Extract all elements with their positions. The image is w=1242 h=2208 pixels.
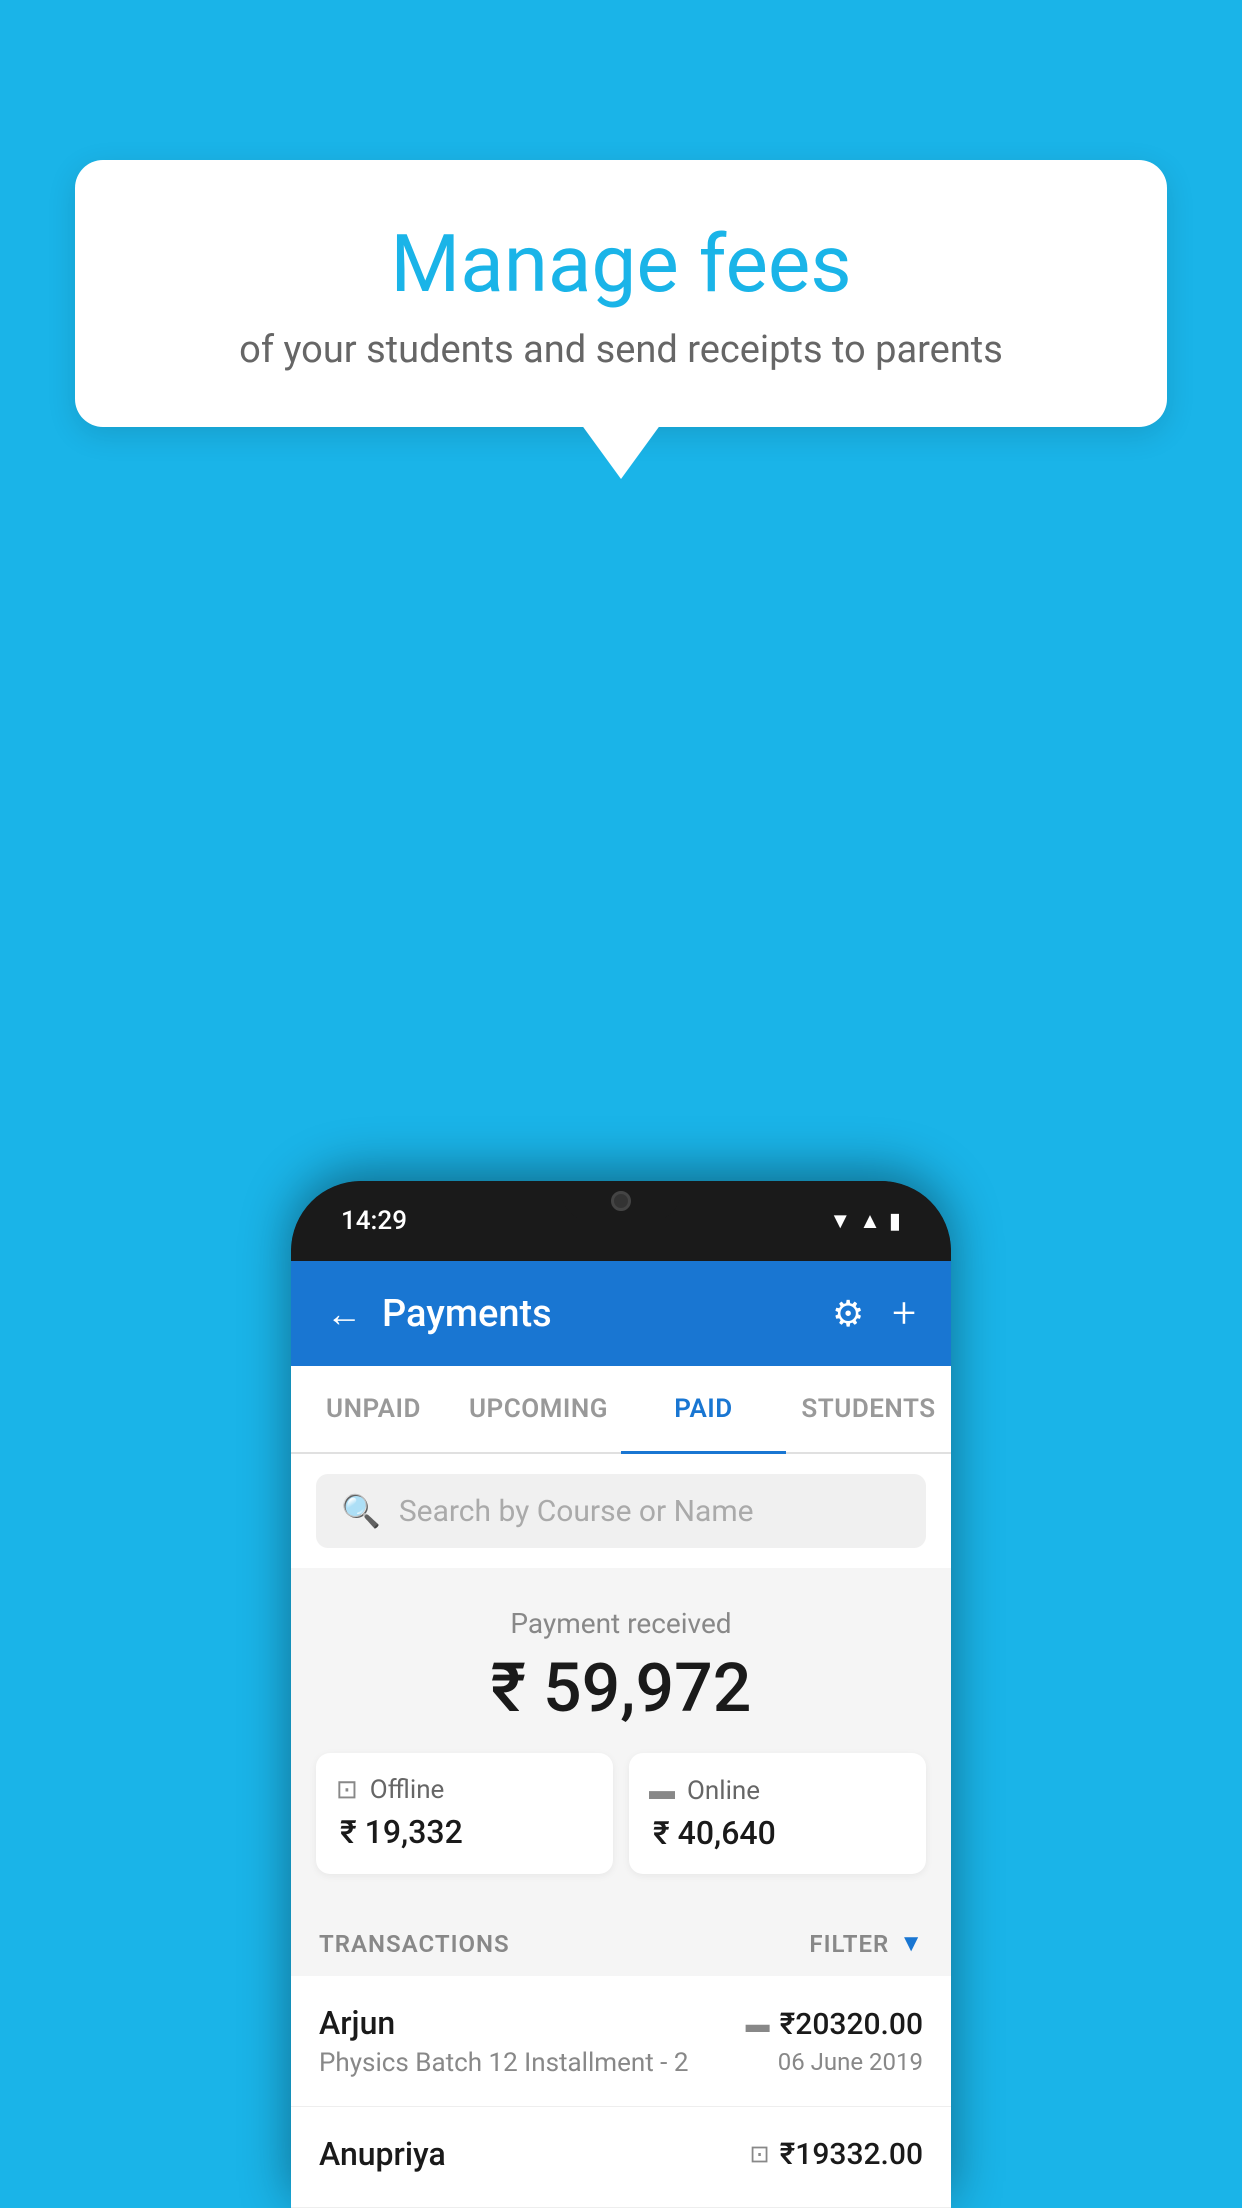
transaction-right: ⊡ ₹19332.00	[750, 2137, 923, 2178]
tooltip-card: Manage fees of your students and send re…	[75, 160, 1167, 427]
transaction-date: 06 June 2019	[746, 2048, 923, 2076]
offline-icon: ⊡	[336, 1775, 358, 1805]
transaction-right: ▬ ₹20320.00 06 June 2019	[746, 2007, 923, 2076]
tab-students[interactable]: STUDENTS	[786, 1366, 951, 1452]
filter-container[interactable]: FILTER ▼	[809, 1929, 923, 1958]
transactions-label: TRANSACTIONS	[319, 1930, 510, 1958]
tab-paid[interactable]: PAID	[621, 1366, 786, 1452]
payment-total-amount: ₹ 59,972	[316, 1648, 926, 1728]
back-button[interactable]: ←	[326, 1293, 362, 1335]
tooltip-title: Manage fees	[145, 220, 1097, 308]
wifi-icon: ▼	[829, 1208, 851, 1234]
online-label: Online	[687, 1776, 760, 1806]
app-screen: ← Payments ⚙ + UNPAID UPCOMING PAID STUD…	[291, 1261, 951, 2208]
tabs-container: UNPAID UPCOMING PAID STUDENTS	[291, 1366, 951, 1454]
tab-unpaid[interactable]: UNPAID	[291, 1366, 456, 1452]
online-amount: ₹ 40,640	[649, 1814, 906, 1852]
transaction-amount-row: ▬ ₹20320.00	[746, 2007, 923, 2042]
transaction-amount-row: ⊡ ₹19332.00	[750, 2137, 923, 2172]
online-payment-card: ▬ Online ₹ 40,640	[629, 1753, 926, 1874]
search-icon: 🔍	[341, 1492, 381, 1530]
offline-label: Offline	[370, 1775, 445, 1805]
transaction-name: Arjun	[319, 2004, 746, 2042]
search-container: 🔍 Search by Course or Name	[291, 1454, 951, 1568]
signal-icon: ▲	[859, 1208, 881, 1234]
online-card-header: ▬ Online	[649, 1775, 906, 1806]
phone-status-icons: ▼ ▲ ▮	[829, 1208, 901, 1234]
page-title: Payments	[382, 1292, 552, 1336]
payment-summary: Payment received ₹ 59,972 ⊡ Offline ₹ 19…	[291, 1572, 951, 1904]
filter-label: FILTER	[809, 1930, 889, 1958]
transaction-left: Anupriya	[319, 2135, 750, 2179]
transaction-amount: ₹19332.00	[780, 2137, 923, 2172]
transaction-name: Anupriya	[319, 2135, 750, 2173]
offline-amount: ₹ 19,332	[336, 1813, 593, 1851]
tooltip-subtitle: of your students and send receipts to pa…	[145, 328, 1097, 372]
payment-received-label: Payment received	[316, 1607, 926, 1640]
transaction-course: Physics Batch 12 Installment - 2	[319, 2048, 746, 2078]
card-payment-icon: ▬	[746, 2010, 770, 2039]
table-row[interactable]: Arjun Physics Batch 12 Installment - 2 ▬…	[291, 1976, 951, 2107]
offline-payment-card: ⊡ Offline ₹ 19,332	[316, 1753, 613, 1874]
app-header: ← Payments ⚙ +	[291, 1261, 951, 1366]
online-icon: ▬	[649, 1775, 675, 1806]
transactions-list: Arjun Physics Batch 12 Installment - 2 ▬…	[291, 1976, 951, 2208]
transaction-amount: ₹20320.00	[780, 2007, 923, 2042]
tab-upcoming[interactable]: UPCOMING	[456, 1366, 621, 1452]
phone-status-bar: 14:29 ▼ ▲ ▮	[291, 1181, 951, 1261]
search-input[interactable]: Search by Course or Name	[399, 1494, 754, 1529]
phone-camera	[611, 1191, 631, 1211]
cash-payment-icon: ⊡	[750, 2140, 770, 2168]
filter-icon: ▼	[899, 1929, 923, 1958]
header-right: ⚙ +	[832, 1289, 916, 1338]
transaction-left: Arjun Physics Batch 12 Installment - 2	[319, 2004, 746, 2078]
phone-notch	[561, 1181, 681, 1221]
search-bar[interactable]: 🔍 Search by Course or Name	[316, 1474, 926, 1548]
header-left: ← Payments	[326, 1292, 552, 1336]
offline-card-header: ⊡ Offline	[336, 1775, 593, 1805]
phone-frame: 14:29 ▼ ▲ ▮ ← Payments ⚙ + UNPAID	[291, 1181, 951, 2208]
phone-time: 14:29	[341, 1206, 407, 1236]
transactions-header: TRANSACTIONS FILTER ▼	[291, 1904, 951, 1976]
settings-icon[interactable]: ⚙	[832, 1293, 864, 1335]
payment-cards: ⊡ Offline ₹ 19,332 ▬ Online ₹ 40,640	[316, 1753, 926, 1874]
battery-icon: ▮	[889, 1209, 901, 1234]
table-row[interactable]: Anupriya ⊡ ₹19332.00	[291, 2107, 951, 2208]
add-button[interactable]: +	[892, 1289, 916, 1338]
